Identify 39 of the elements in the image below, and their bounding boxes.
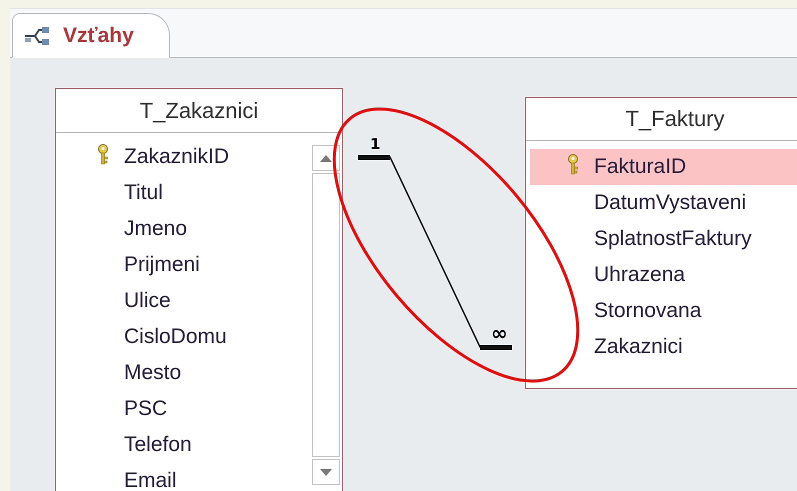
field-row[interactable]: FakturaID xyxy=(530,149,797,185)
field-row[interactable]: Ulice xyxy=(60,283,308,319)
field-row[interactable]: ZakaznikID xyxy=(60,139,308,175)
field-name: Email xyxy=(124,469,177,491)
one-label: 1 xyxy=(370,135,380,153)
field-row[interactable]: Jmeno xyxy=(60,211,308,247)
table-window[interactable]: T_Zakaznici ZakaznikID Titul Jmeno Prijmeni Ulice CisloDomu Mesto PSC Telefon Email xyxy=(55,88,343,491)
field-name: Mesto xyxy=(124,361,182,385)
field-row[interactable]: Telefon xyxy=(60,427,308,463)
table-title: T_Faktury xyxy=(526,98,797,141)
field-row[interactable]: SplatnostFaktury xyxy=(530,221,797,257)
table-window[interactable]: T_Faktury FakturaID DatumVystaveni SplatnostFaktury Uhrazena Stornovana Zakaznici xyxy=(525,97,797,389)
field-row[interactable]: Zakaznici xyxy=(530,329,797,365)
table-title: T_Zakaznici xyxy=(56,89,342,133)
document-tab[interactable]: Vzťahy xyxy=(12,13,170,58)
field-name: ZakaznikID xyxy=(124,145,230,169)
field-row[interactable]: Mesto xyxy=(60,355,308,391)
field-row[interactable]: Stornovana xyxy=(530,293,797,329)
field-row[interactable]: Uhrazena xyxy=(530,257,797,293)
field-name: Telefon xyxy=(124,433,192,457)
field-row[interactable]: Titul xyxy=(60,175,308,211)
field-row[interactable]: CisloDomu xyxy=(60,319,308,355)
field-row[interactable]: PSC xyxy=(60,391,308,427)
field-name: Titul xyxy=(124,181,163,205)
field-name: Uhrazena xyxy=(594,263,686,287)
field-name: DatumVystaveni xyxy=(594,191,746,215)
field-row[interactable]: DatumVystaveni xyxy=(530,185,797,221)
field-name: Jmeno xyxy=(124,217,188,241)
field-name: Ulice xyxy=(124,289,171,313)
field-row[interactable]: Email xyxy=(60,463,308,491)
field-name: CisloDomu xyxy=(124,325,227,349)
field-name: Stornovana xyxy=(594,299,702,323)
field-name: PSC xyxy=(124,397,168,421)
field-name: Prijmeni xyxy=(124,253,200,277)
field-row[interactable]: Prijmeni xyxy=(60,247,308,283)
many-label: ∞ xyxy=(491,321,508,345)
field-name: SplatnostFaktury xyxy=(594,227,752,251)
field-name: FakturaID xyxy=(594,155,686,179)
field-name: Zakaznici xyxy=(594,335,683,359)
